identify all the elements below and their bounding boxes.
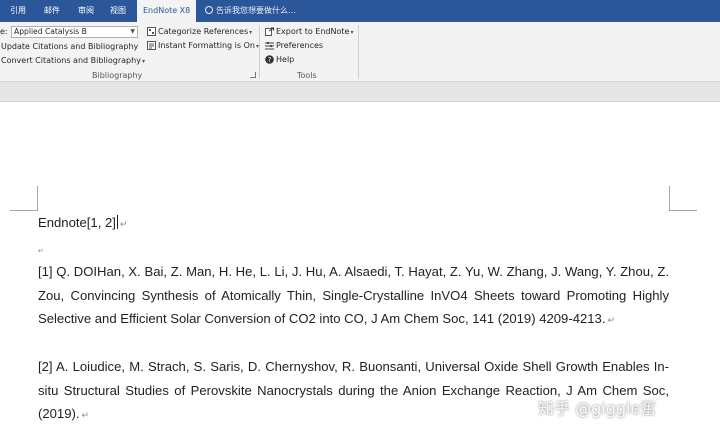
tools-group-label: Tools — [297, 71, 317, 80]
help-icon: ? — [265, 55, 274, 64]
paragraph-mark: ↵ — [607, 315, 616, 326]
paragraph-mark: ↵ — [119, 219, 128, 229]
crop-mark — [669, 186, 670, 211]
dialog-launcher-icon[interactable] — [250, 72, 256, 78]
reference-1-text: [1] Q. DOIHan, X. Bai, Z. Man, H. He, L.… — [38, 264, 669, 327]
text-cursor — [116, 215, 118, 229]
caret-down-icon: ▾ — [249, 29, 253, 36]
categorize-icon — [147, 27, 156, 36]
watermark: 知乎 @giggle奮 — [538, 399, 657, 418]
tab-review[interactable]: 审阅 — [76, 0, 96, 22]
style-dropdown[interactable]: Applied Catalysis B ▼ — [11, 26, 138, 38]
convert-citations-button[interactable]: Convert Citations and Bibliography▾ — [1, 56, 145, 65]
ruler-band — [0, 82, 720, 102]
crop-mark — [669, 210, 697, 211]
caret-down-icon: ▾ — [141, 58, 145, 65]
instant-formatting-label: Instant Formatting is On — [158, 41, 255, 50]
convert-citations-label: Convert Citations and Bibliography — [1, 56, 141, 65]
tell-me-box[interactable]: 告诉我您想要做什么... — [205, 0, 296, 22]
reference-1[interactable]: [1] Q. DOIHan, X. Bai, Z. Man, H. He, L.… — [38, 260, 669, 333]
preferences-button[interactable]: Preferences — [276, 41, 323, 50]
lightbulb-icon — [205, 6, 213, 14]
help-button[interactable]: Help — [276, 55, 294, 64]
tab-view[interactable]: 视图 — [108, 0, 128, 22]
instant-formatting-icon — [147, 41, 156, 50]
tab-endnote[interactable]: EndNote X8 — [137, 0, 196, 22]
ribbon-tab-bar: 引用 邮件 审阅 视图 EndNote X8 告诉我您想要做什么... — [0, 0, 720, 22]
caret-down-icon: ▾ — [350, 29, 354, 36]
style-value: Applied Catalysis B — [14, 27, 87, 36]
crop-mark — [10, 210, 38, 211]
empty-paragraph[interactable]: ↵ — [38, 237, 669, 261]
citation-paragraph[interactable]: Endnote[1, 2] ↵ — [38, 211, 669, 237]
instant-formatting-button[interactable]: Instant Formatting is On▾ — [158, 41, 259, 50]
categorize-references-label: Categorize References — [158, 27, 249, 36]
endnote-ribbon: e: Applied Catalysis B ▼ Update Citation… — [0, 22, 720, 82]
categorize-references-button[interactable]: Categorize References▾ — [158, 27, 252, 36]
update-citations-button[interactable]: Update Citations and Bibliography — [1, 42, 138, 51]
bibliography-group-label: Bibliography — [92, 71, 143, 80]
export-to-endnote-label: Export to EndNote — [276, 27, 350, 36]
preferences-icon — [265, 42, 274, 50]
export-icon — [265, 27, 274, 36]
group-separator — [358, 25, 359, 79]
group-separator — [259, 25, 260, 79]
paragraph-mark: ↵ — [81, 410, 90, 421]
tell-me-text: 告诉我您想要做什么... — [216, 6, 296, 15]
tab-references[interactable]: 引用 — [8, 0, 28, 22]
crop-mark — [37, 186, 38, 211]
citation-text: Endnote[1, 2] — [38, 215, 116, 230]
tab-mailings[interactable]: 邮件 — [42, 0, 62, 22]
chevron-down-icon: ▼ — [130, 28, 135, 35]
style-label: e: — [0, 27, 8, 36]
svg-text:?: ? — [268, 56, 272, 64]
paragraph-mark: ↵ — [38, 248, 44, 255]
export-to-endnote-button[interactable]: Export to EndNote▾ — [276, 27, 353, 36]
